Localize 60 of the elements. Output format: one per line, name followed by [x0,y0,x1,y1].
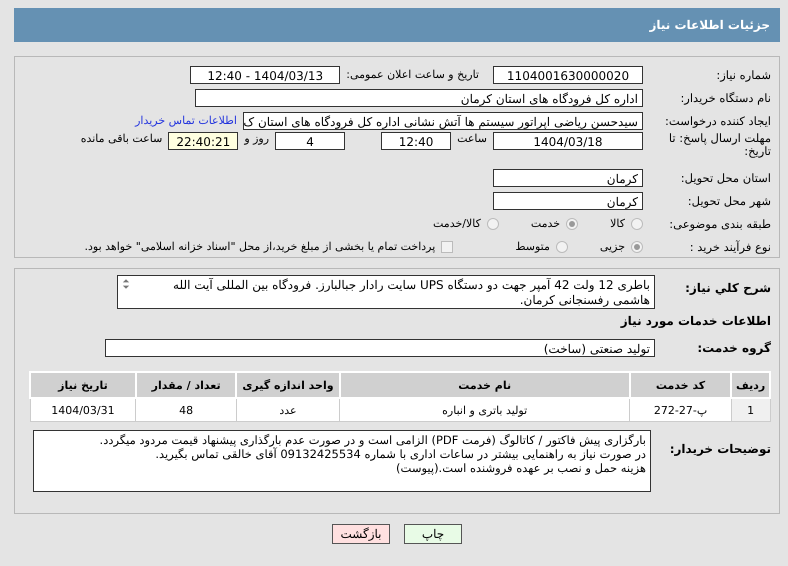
notes-line: در صورت نیاز به راهنمایی بیشتر در ساعات اداری با شماره 09132425534 آقای خالقی تماس بگیرید. [154,447,646,461]
field-label: ساعت باقی مانده [80,132,162,145]
description-text: باطری 12 ولت 42 آمپر جهت دو دستگاه UPS سایت رادار جبالبارز. فرودگاه بین المللی آیت الله هاشمی رفسنجانی کرمان. [173,278,650,307]
radio-label: متوسط [515,240,550,253]
notes-line: بارگزاری پیش فاکتور / کاتالوگ (فرمت PDF) الزامی است و در صورت عدم بارگذاری پیشنهاد قیمت مردود میگردد. [98,433,646,447]
requester-field: سیدحسن ریاضی اپراتور سیستم ها آتش نشانی اداره کل فرودگاه های استان ک [243,112,643,130]
radio-button[interactable] [566,218,578,230]
column-header: نام خدمت [340,372,630,398]
table-cell: عدد [236,398,340,422]
column-header: تعداد / مقدار [136,372,236,398]
deadline-date-field: 1404/03/18 [493,132,643,150]
table-cell: پ-27-272 [630,398,732,422]
field-label: استان محل تحویل: [680,170,771,184]
column-header: تاریخ نیاز [30,372,136,398]
field-label: شماره نیاز: [715,68,771,82]
table-cell: 48 [136,398,236,422]
scroll-arrows-icon [122,278,130,290]
print-button[interactable]: چاپ [404,524,462,544]
table-cell: تولید باتری و انباره [340,398,630,422]
column-header: کد خدمت [630,372,732,398]
announce-date-field: 1404/03/13 - 12:40 [190,66,340,84]
field-label: طبقه بندی موضوعی: [668,216,771,230]
table-cell: 1 [731,398,770,422]
notes-line: هزینه حمل و نصب بر عهده فروشنده است.(پیوست) [395,461,646,475]
field-label: توضیحات خریدار: [668,441,771,456]
section-title: اطلاعات خدمات مورد نیاز [619,313,771,330]
field-label: شرح کلي نياز: [684,280,771,295]
column-header: واحد اندازه گیری [236,372,340,398]
field-label: مهلت ارسال پاسخ: تا تاریخ: [668,132,771,158]
field-label: روز و [244,132,270,145]
checkbox-label: پرداخت تمام یا بخشی از مبلغ خرید،از محل "اسناد خزانه اسلامی" خواهد بود. [84,240,436,253]
page-title: جزئیات اطلاعات نیاز [649,18,770,32]
remaining-time-field: 22:40:21 [168,132,238,150]
field-label: ایجاد کننده درخواست: [664,114,771,128]
radio-label: کالا/خدمت [433,217,481,230]
field-label: شهر محل تحویل: [686,194,771,208]
back-button[interactable]: بازگشت [332,524,390,544]
field-label: ساعت [457,132,487,145]
need-number-field: 1104001630000020 [493,66,643,84]
field-label: نوع فرآیند خرید : [688,240,771,254]
field-label: تاریخ و ساعت اعلان عمومی: [346,68,479,81]
service-group-field: تولید صنعتی (ساخت) [105,338,655,356]
radio-button[interactable] [556,240,568,252]
radio-button[interactable] [631,240,643,252]
radio-label: کالا [610,217,625,230]
deadline-time-field: 12:40 [381,132,452,150]
province-field: کرمان [493,168,643,186]
buyer-contact-link[interactable]: اطلاعات تماس خریدار [135,114,237,127]
checkbox[interactable] [441,240,454,252]
table-cell: 1404/03/31 [30,398,136,422]
radio-button[interactable] [486,218,499,230]
radio-button[interactable] [631,218,643,230]
city-field: کرمان [493,192,643,210]
field-label: نام دستگاه خریدار: [679,90,771,104]
field-label: گروه خدمت: [696,340,771,354]
radio-label: خدمت [530,217,560,230]
column-header: ردیف [731,372,770,398]
days-field: 4 [275,132,346,150]
buyer-org-field: اداره کل فرودگاه های استان کرمان [195,88,643,106]
radio-label: جزیی [600,240,625,253]
